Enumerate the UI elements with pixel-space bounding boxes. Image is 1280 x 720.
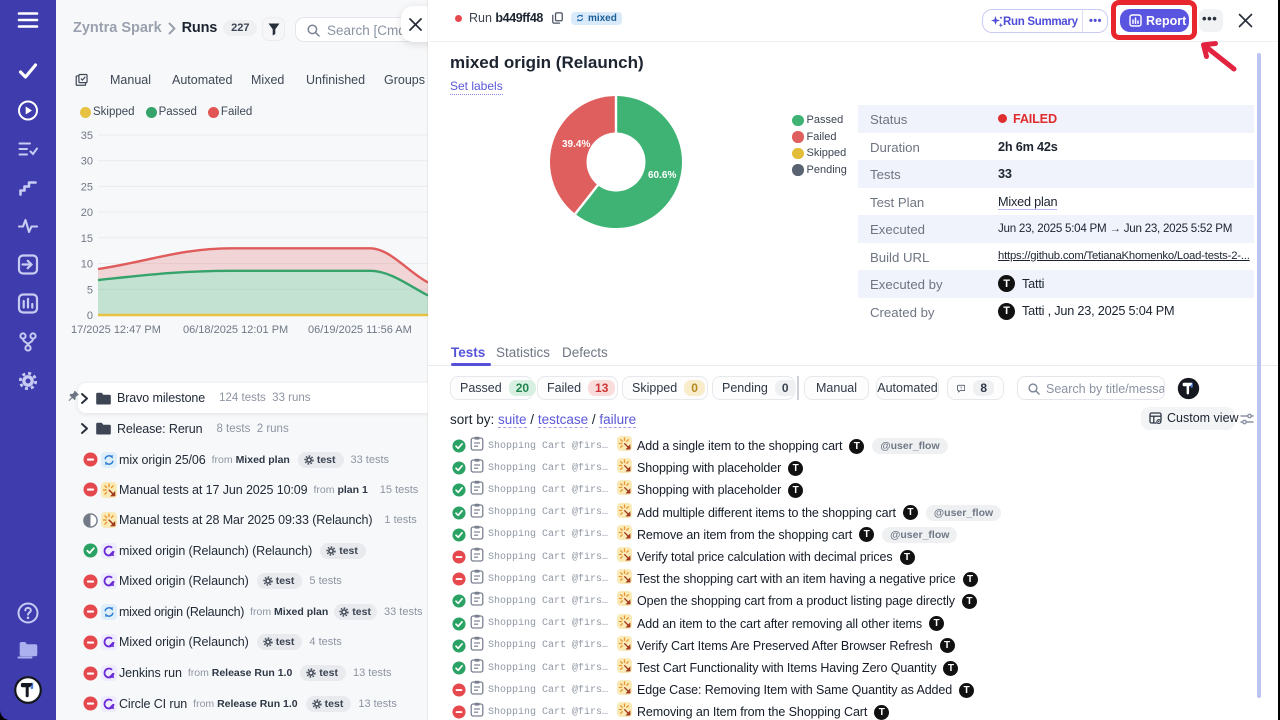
- svg-text:30: 30: [81, 156, 93, 168]
- svg-text:60.6%: 60.6%: [648, 170, 676, 181]
- svg-text:10: 10: [81, 259, 93, 271]
- svg-text:35: 35: [81, 130, 93, 142]
- svg-text:0: 0: [87, 310, 93, 322]
- svg-text:5: 5: [87, 284, 93, 296]
- svg-text:20: 20: [81, 207, 93, 219]
- svg-text:15: 15: [81, 233, 93, 245]
- svg-text:39.4%: 39.4%: [562, 139, 590, 150]
- svg-text:25: 25: [81, 181, 93, 193]
